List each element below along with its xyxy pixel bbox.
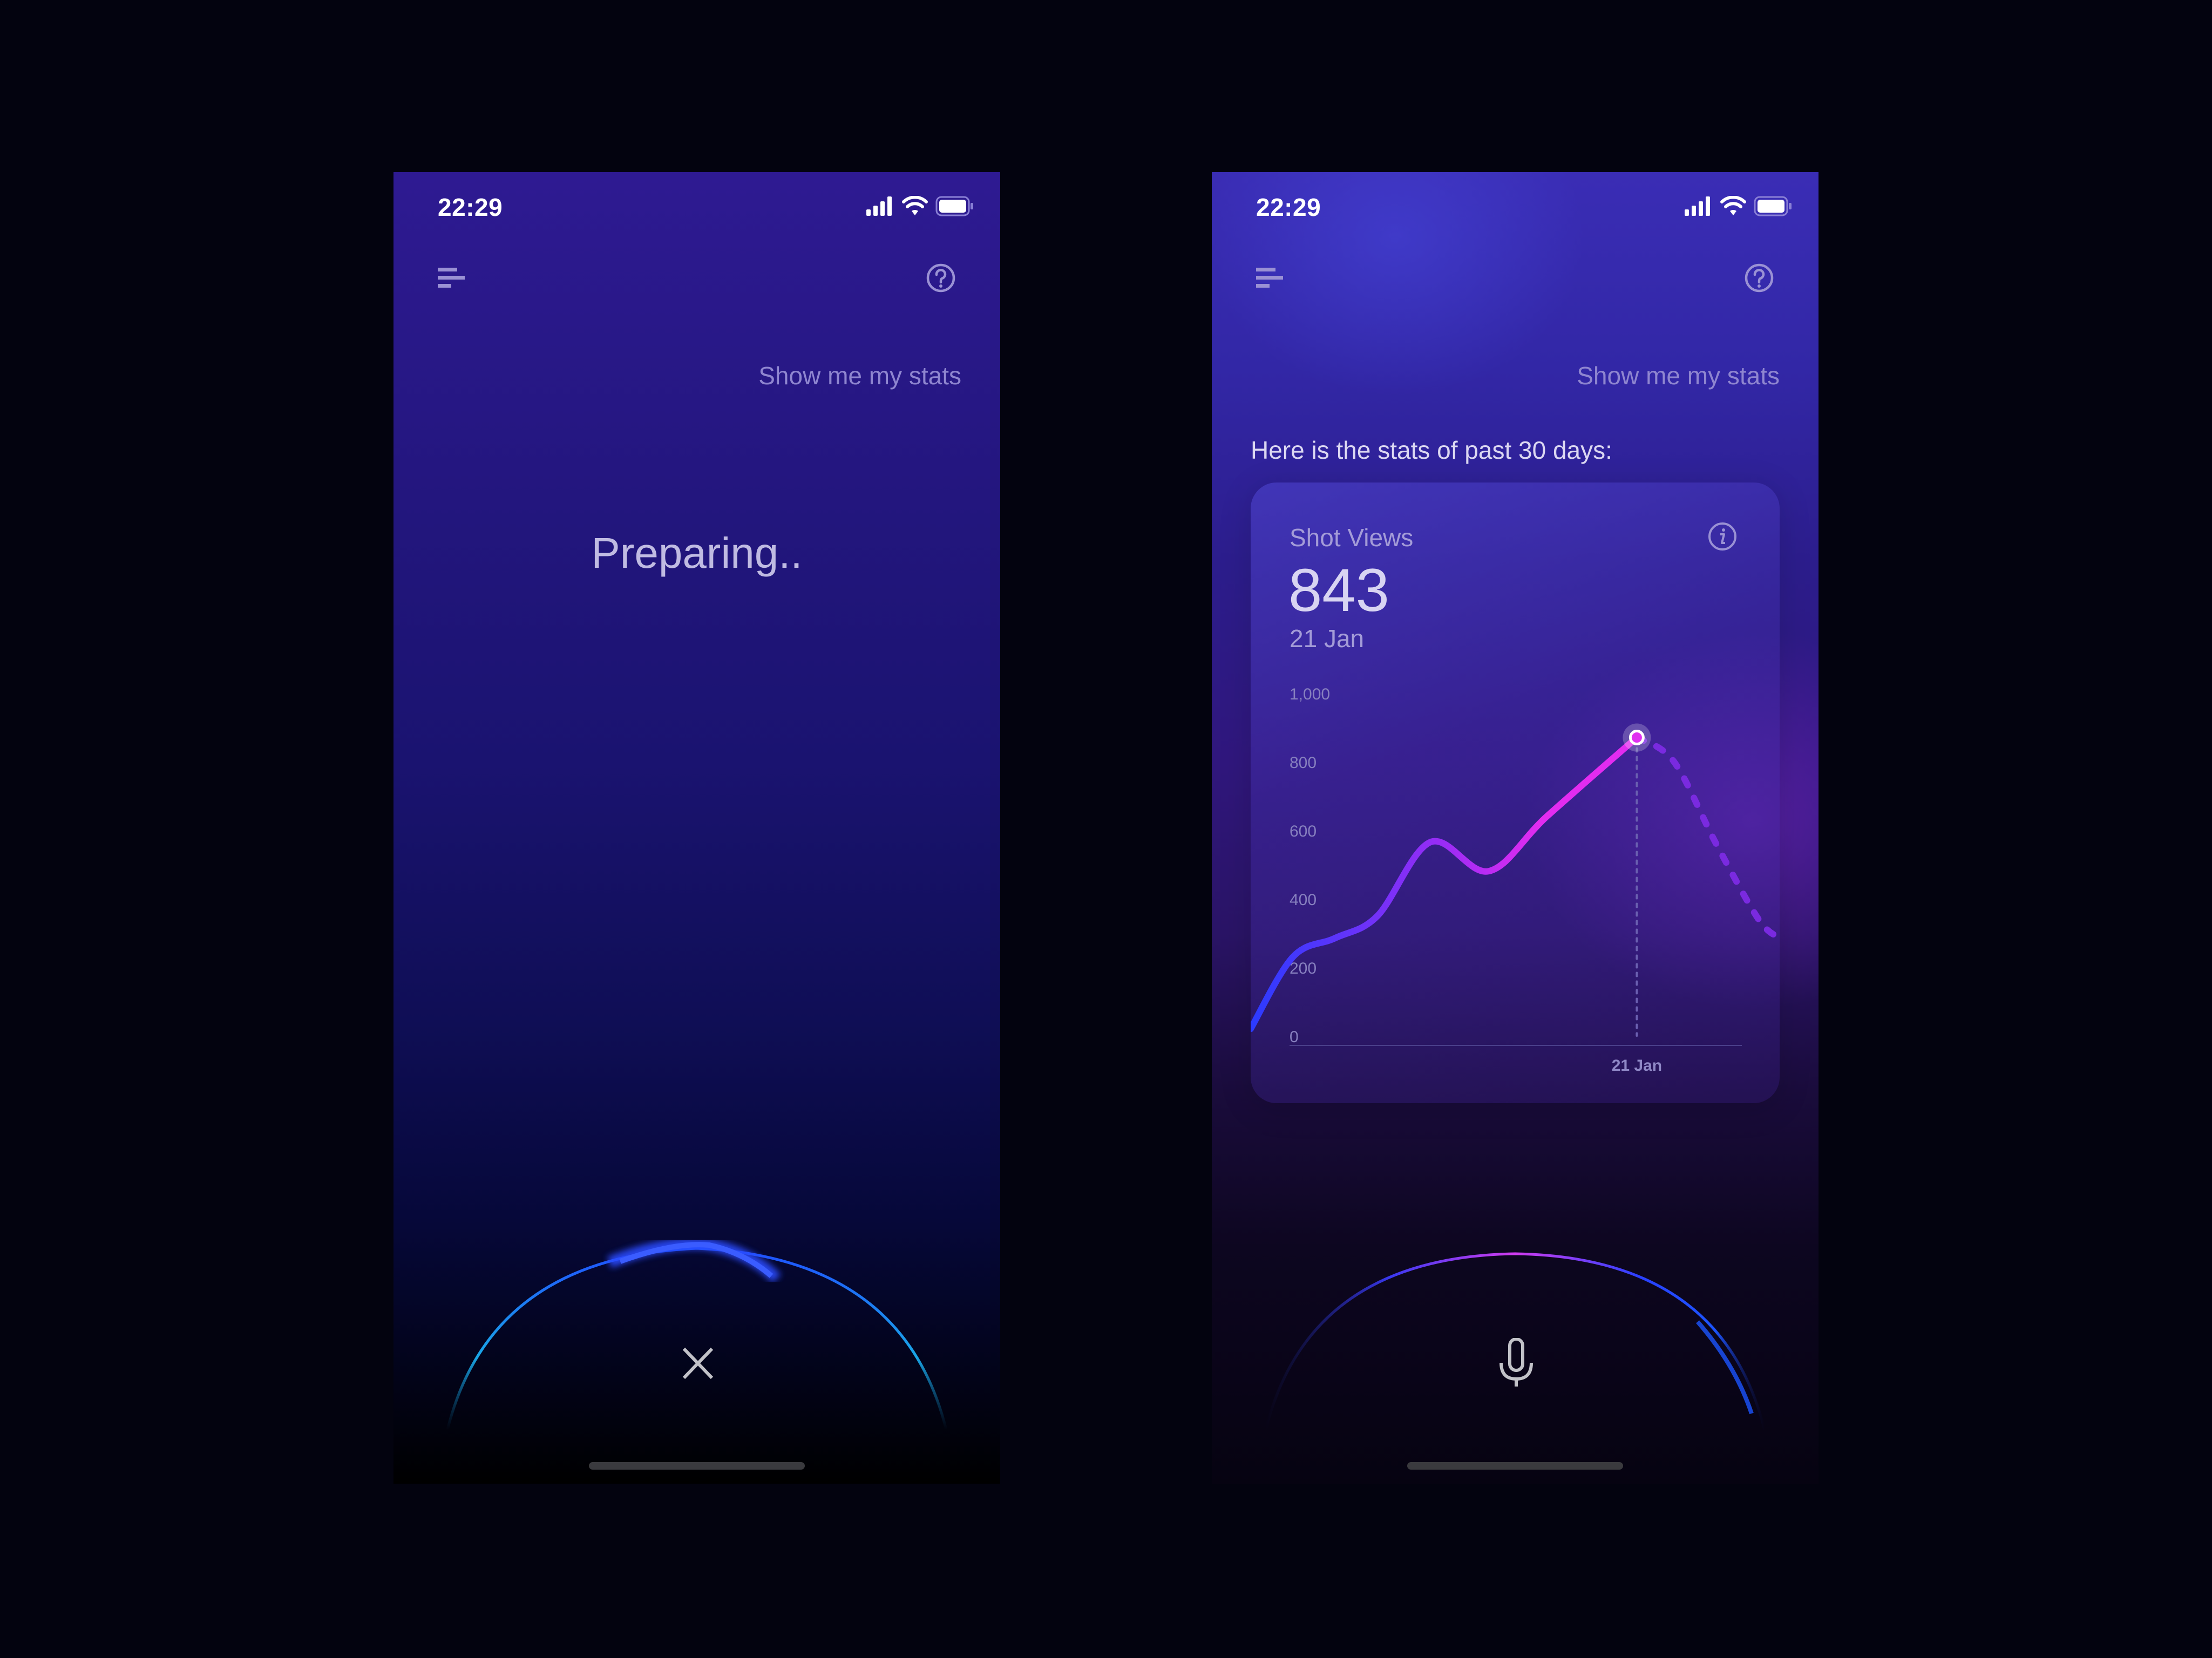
home-indicator[interactable]	[589, 1462, 805, 1470]
line-chart: 0 200 400 600 800 1,000 21 Jan	[1251, 685, 1780, 1075]
status-time: 22:29	[438, 193, 503, 221]
y-tick-label: 800	[1290, 754, 1317, 772]
signal-icon	[1685, 196, 1710, 216]
user-query-bubble: Show me my stats	[758, 362, 961, 390]
status-icons	[1685, 196, 1793, 216]
signal-icon	[866, 196, 892, 216]
menu-icon[interactable]	[438, 267, 468, 288]
projection-line	[1633, 734, 1780, 942]
y-tick-label: 600	[1290, 823, 1317, 840]
y-tick-label: 400	[1290, 891, 1317, 909]
status-icons	[866, 196, 974, 216]
home-indicator[interactable]	[1407, 1462, 1623, 1470]
microphone-icon[interactable]	[1499, 1338, 1534, 1387]
battery-icon	[1754, 196, 1792, 216]
views-line	[1251, 734, 1640, 1032]
close-icon[interactable]	[681, 1338, 715, 1387]
assistant-message: Here is the stats of past 30 days:	[1251, 436, 1612, 464]
wifi-icon	[902, 196, 928, 215]
preparing-status: Preparing..	[591, 529, 803, 577]
help-icon[interactable]	[1744, 263, 1774, 293]
user-query-bubble: Show me my stats	[1577, 362, 1780, 390]
help-icon[interactable]	[926, 263, 956, 293]
phone-screen-stats: 22:29 Show me my stats Here is the stats…	[1212, 172, 1819, 1484]
status-time: 22:29	[1256, 193, 1321, 221]
y-tick-label: 200	[1290, 960, 1317, 977]
battery-icon	[935, 196, 973, 216]
menu-icon[interactable]	[1256, 267, 1286, 288]
y-tick-label: 1,000	[1290, 685, 1330, 703]
highlight-marker	[1629, 730, 1645, 746]
wifi-icon	[1720, 196, 1746, 215]
x-tick-label: 21 Jan	[1612, 1057, 1662, 1075]
y-tick-label: 0	[1290, 1028, 1299, 1046]
phone-screen-preparing: 22:29 Show me my stats Preparing..	[393, 172, 1000, 1484]
stats-card[interactable]: Shot Views 843 21 Jan 0 200 400 600 800 1,000…	[1251, 483, 1780, 1103]
